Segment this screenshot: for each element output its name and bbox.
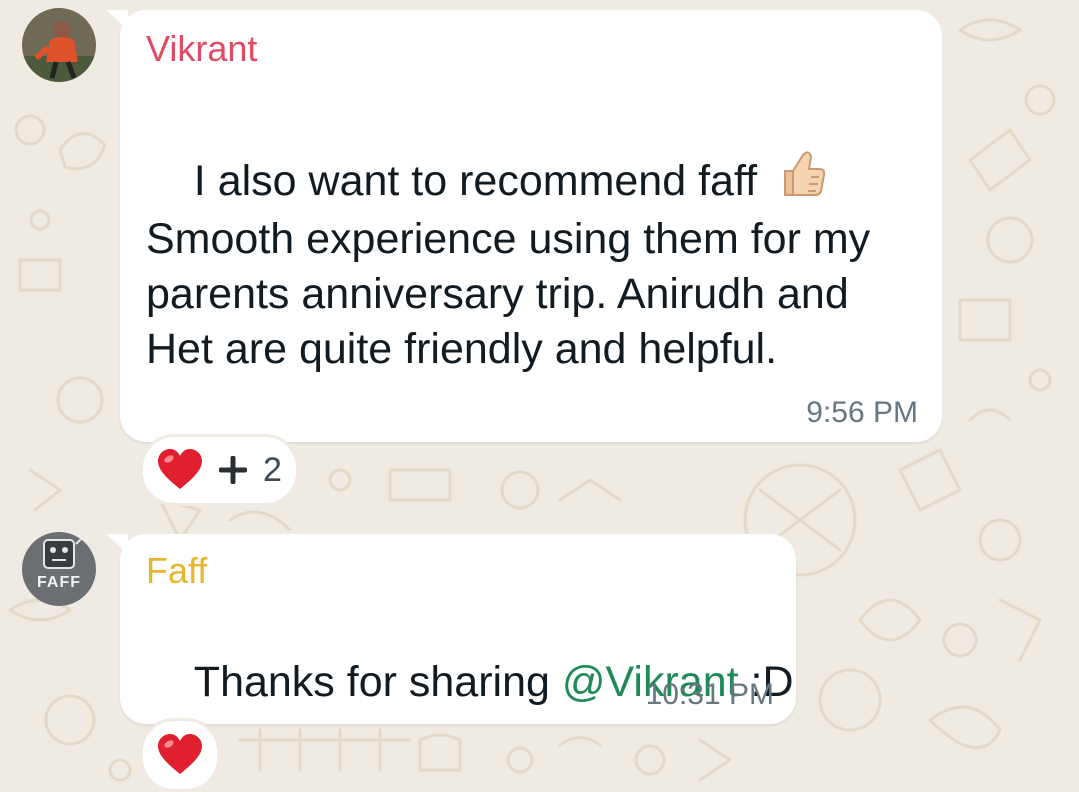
user-photo-avatar — [22, 8, 96, 82]
faff-logo-avatar — [22, 532, 96, 606]
vikrant-avatar[interactable] — [22, 8, 96, 82]
heart-icon — [158, 449, 202, 489]
thumbs-up-icon — [784, 151, 826, 196]
reactions-pill-vikrant[interactable]: 2 — [140, 434, 299, 506]
plus-icon — [219, 456, 247, 484]
message-timestamp: 10:31 PM — [645, 678, 774, 711]
faff-avatar[interactable]: FAFF — [22, 532, 96, 606]
sender-name[interactable]: Vikrant — [146, 28, 257, 70]
message-text-part: Thanks for sharing — [193, 658, 562, 706]
reaction-count: 2 — [263, 450, 282, 489]
message-text: I also want to recommend faff — [193, 157, 758, 205]
heart-icon — [158, 734, 202, 774]
message-body: Smooth experience using them for my pare… — [146, 215, 871, 373]
sender-name[interactable]: Faff — [146, 550, 207, 592]
reactions-pill-faff[interactable] — [140, 718, 220, 792]
message-timestamp: 9:56 PM — [806, 396, 918, 429]
faff-logo-text: FAFF — [37, 574, 81, 591]
message-bubble-vikrant[interactable]: Vikrant I also want to recommend faff Sm… — [106, 10, 942, 442]
message-bubble-faff[interactable]: Faff Thanks for sharing @Vikrant :D 10:3… — [106, 534, 796, 724]
